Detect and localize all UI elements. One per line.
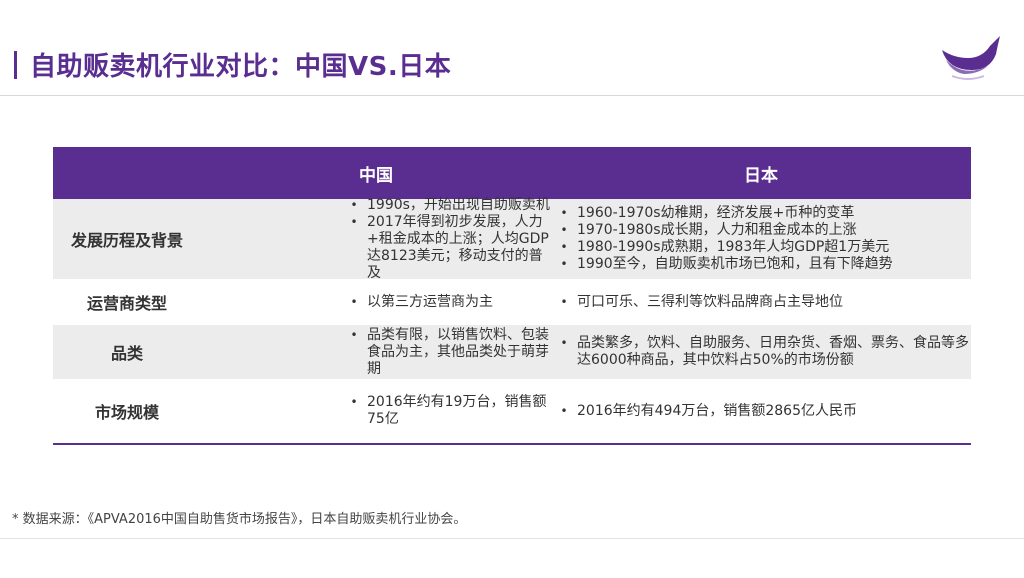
bullet-text: 可口可乐、三得利等饮料品牌商占主导地位 — [577, 293, 843, 310]
table-row: 运营商类型 • 以第三方运营商为主 • 可口可乐、三得利等饮料品牌商占主导地位 — [53, 280, 971, 325]
bullet-text: 2017年得到初步发展，人力+租金成本的上涨；人均GDP达8123美元；移动支付… — [367, 213, 549, 281]
bullet-item: • 1980-1990s成熟期，1983年人均GDP超1万美元 — [551, 239, 971, 256]
bullet-text: 1990s，开始出现自助贩卖机 — [367, 196, 550, 213]
row-label: 运营商类型 — [86, 294, 167, 313]
bullet-dot-icon: • — [350, 294, 358, 309]
row-label: 品类 — [110, 344, 143, 363]
header-cell-empty — [53, 147, 201, 199]
bullet-dot-icon: • — [350, 214, 358, 229]
bullet-text: 以第三方运营商为主 — [367, 293, 493, 310]
cell-japan: • 1960-1970s幼稚期，经济发展+币种的变革 • 1970-1980s成长期，… — [551, 199, 971, 279]
bullet-text: 1980-1990s成熟期，1983年人均GDP超1万美元 — [577, 239, 890, 255]
title-accent-bar — [14, 51, 17, 79]
header-cell-china: 中国 — [359, 165, 393, 186]
cell-china: • 1990s，开始出现自助贩卖机 • 2017年得到初步发展，人力+租金成本的上涨；… — [201, 197, 551, 282]
bullet-text: 1990至今，自助贩卖机市场已饱和，且有下降趋势 — [577, 256, 893, 272]
page-title: 自助贩卖机行业对比：中国VS.日本 — [30, 52, 452, 82]
table-row: 发展历程及背景 • 1990s，开始出现自助贩卖机 • 2017年得到初步发展，人力+租… — [53, 197, 971, 282]
bullet-dot-icon: • — [560, 294, 568, 309]
table-bottom-rule — [53, 443, 971, 445]
bullet-dot-icon: • — [350, 197, 358, 212]
bullet-text: 2016年约有494万台，销售额2865亿人民币 — [577, 402, 857, 419]
bullet-item: • 1960-1970s幼稚期，经济发展+币种的变革 — [551, 205, 971, 222]
bullet-dot-icon: • — [350, 327, 358, 342]
bullet-item: • 1990至今，自助贩卖机市场已饱和，且有下降趋势 — [551, 256, 971, 273]
bullet-item: • 1990s，开始出现自助贩卖机 — [201, 197, 551, 214]
comparison-table: 中国 日本 发展历程及背景 • 1990s，开始出现自助贩卖机 • 2017年得到初步发… — [53, 147, 971, 445]
bullet-dot-icon: • — [560, 206, 568, 220]
bullet-item: • 可口可乐、三得利等饮料品牌商占主导地位 — [551, 294, 971, 311]
bullet-item: • 品类繁多，饮料、自助服务、日用杂货、香烟、票务、食品等多达6000种商品，其中… — [551, 335, 971, 369]
title-divider — [0, 95, 1024, 96]
cell-japan: • 可口可乐、三得利等饮料品牌商占主导地位 — [551, 280, 971, 324]
table-row: 市场规模 • 2016年约有19万台，销售额75亿 • 2016年约有494万台，销售额… — [53, 380, 971, 443]
cell-japan: • 品类繁多，饮料、自助服务、日用杂货、香烟、票务、食品等多达6000种商品，其中… — [551, 325, 971, 379]
bullet-dot-icon: • — [350, 395, 358, 409]
table-body: 发展历程及背景 • 1990s，开始出现自助贩卖机 • 2017年得到初步发展，人力+租… — [53, 197, 971, 443]
source-note: * 数据来源：《APVA2016中国自助售货市场报告》，日本自助贩卖机行业协会。 — [12, 512, 467, 527]
row-label: 发展历程及背景 — [70, 231, 183, 250]
bullet-dot-icon: • — [560, 223, 568, 237]
bullet-text: 2016年约有19万台，销售额75亿 — [367, 394, 547, 427]
table-row: 品类 • 品类有限，以销售饮料、包装食品为主，其他品类处于萌芽期 • 品类繁多，饮料、自… — [53, 325, 971, 380]
bullet-item: • 以第三方运营商为主 — [201, 294, 551, 311]
bullet-item: • 2016年约有19万台，销售额75亿 — [201, 394, 551, 428]
cell-japan: • 2016年约有494万台，销售额2865亿人民币 — [551, 380, 971, 442]
bullet-dot-icon: • — [560, 240, 568, 254]
footer-divider — [0, 538, 1024, 539]
bullet-dot-icon: • — [560, 403, 568, 418]
bullet-item: • 2016年约有494万台，销售额2865亿人民币 — [551, 403, 971, 420]
cell-china: • 以第三方运营商为主 — [201, 280, 551, 324]
row-label: 市场规模 — [94, 403, 159, 422]
bullet-text: 1960-1970s幼稚期，经济发展+币种的变革 — [577, 205, 855, 221]
bullet-item: • 品类有限，以销售饮料、包装食品为主，其他品类处于萌芽期 — [201, 327, 551, 378]
bullet-item: • 2017年得到初步发展，人力+租金成本的上涨；人均GDP达8123美元；移动支… — [201, 214, 551, 282]
cell-china: • 品类有限，以销售饮料、包装食品为主，其他品类处于萌芽期 — [201, 325, 551, 379]
whale-logo-icon — [942, 36, 1000, 80]
header-cell-japan: 日本 — [744, 165, 778, 186]
bullet-dot-icon: • — [560, 257, 568, 271]
bullet-item: • 1970-1980s成长期，人力和租金成本的上涨 — [551, 222, 971, 239]
bullet-text: 品类有限，以销售饮料、包装食品为主，其他品类处于萌芽期 — [367, 326, 549, 377]
table-header: 中国 日本 — [53, 147, 971, 199]
cell-china: • 2016年约有19万台，销售额75亿 — [201, 380, 551, 442]
title-bar: 自助贩卖机行业对比：中国VS.日本 — [0, 0, 1024, 96]
bullet-dot-icon: • — [560, 336, 568, 350]
bullet-text: 品类繁多，饮料、自助服务、日用杂货、香烟、票务、食品等多达6000种商品，其中饮… — [577, 335, 969, 368]
bullet-text: 1970-1980s成长期，人力和租金成本的上涨 — [577, 222, 857, 238]
